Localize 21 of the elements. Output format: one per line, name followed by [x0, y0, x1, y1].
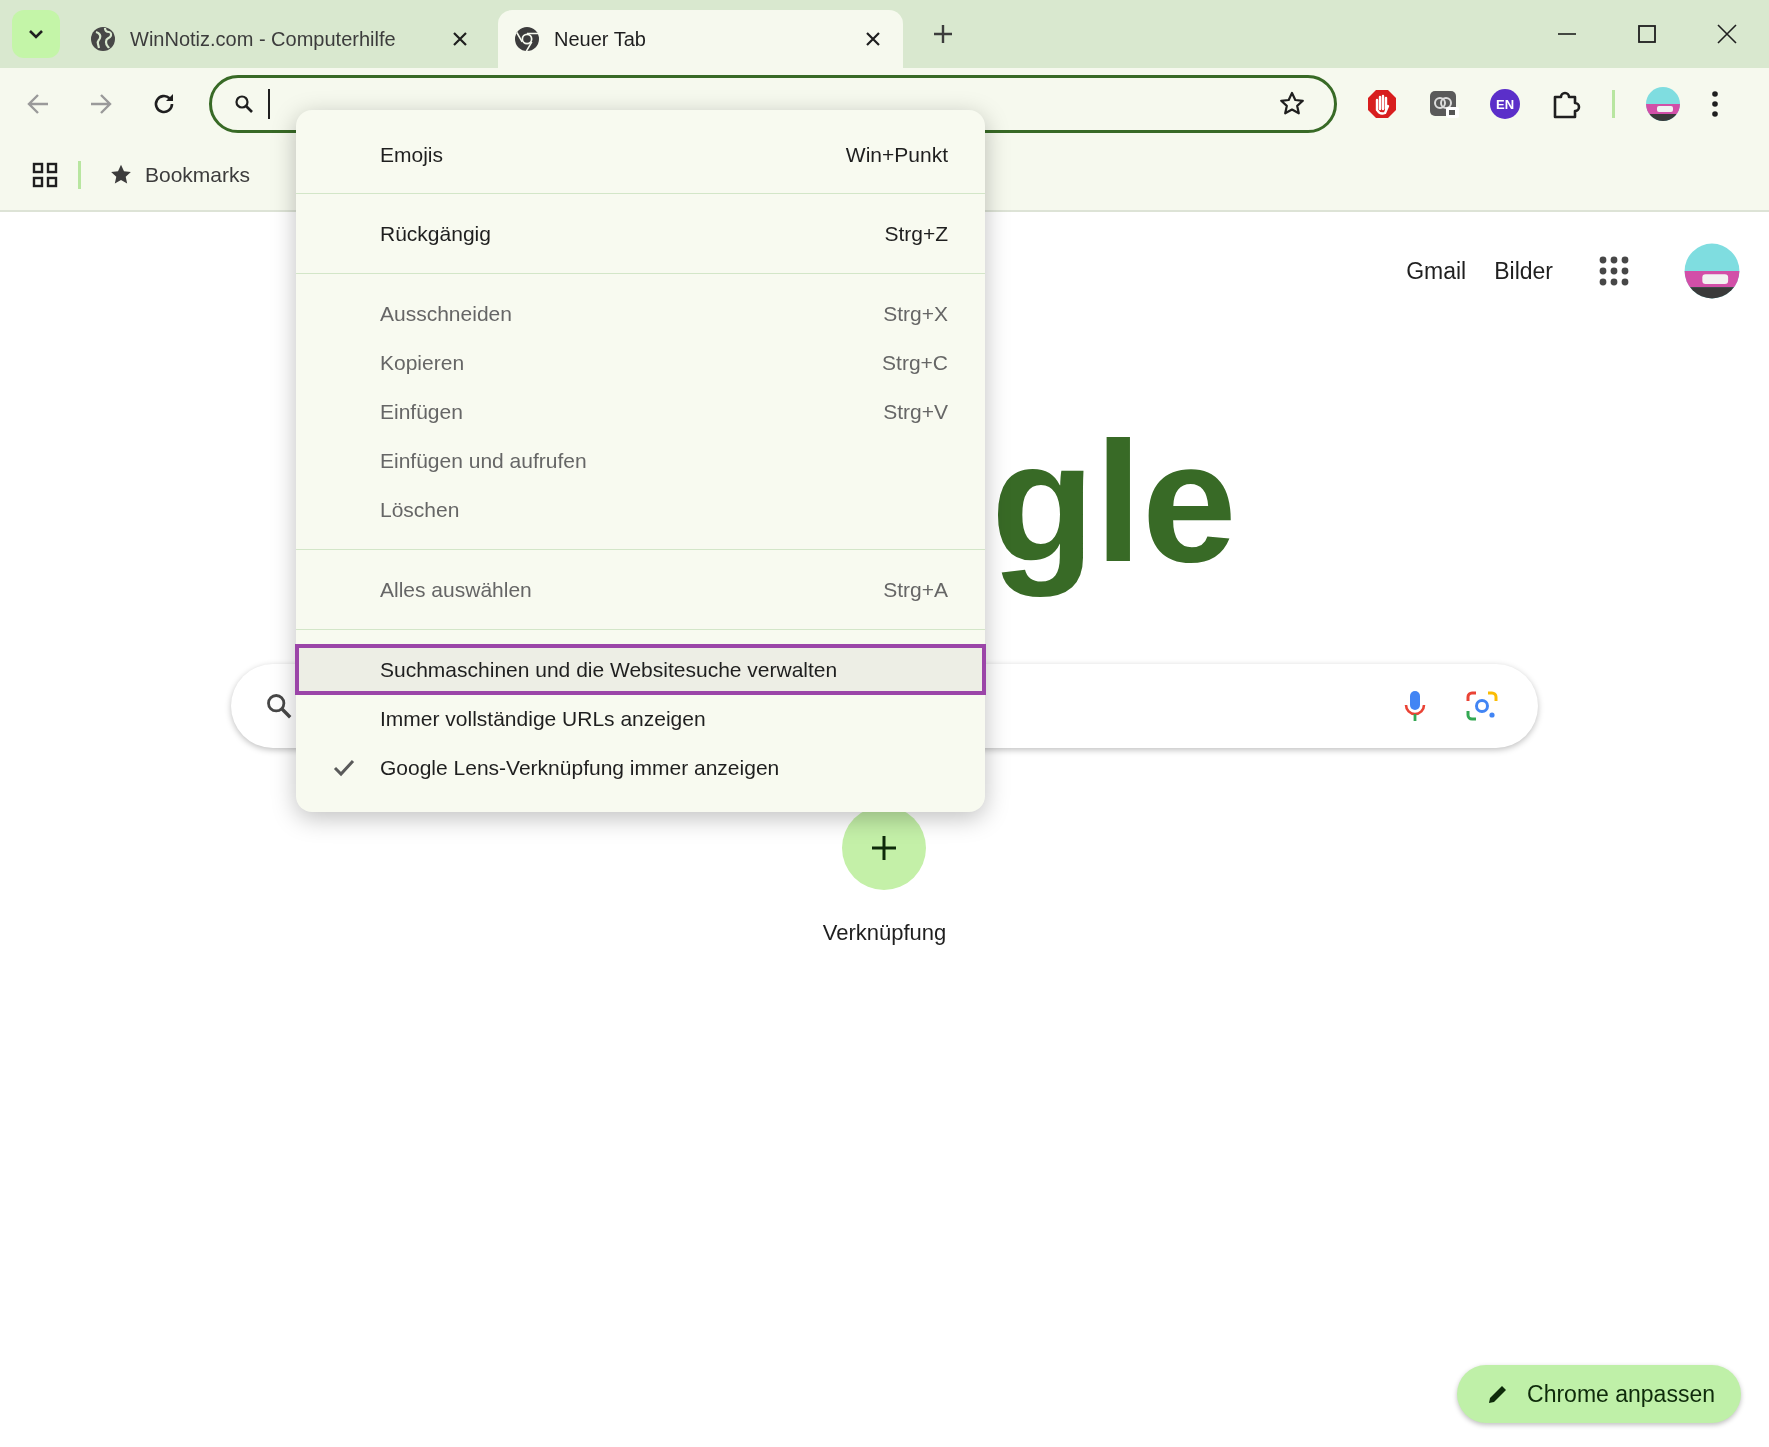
shortcut-text: Strg+Z	[884, 221, 948, 246]
shortcut-text: Strg+V	[883, 399, 948, 424]
menu-item-label: Immer vollständige URLs anzeigen	[380, 706, 707, 731]
shortcut-text: Win+Punkt	[845, 142, 948, 167]
menu-item-label: Einfügen	[380, 399, 464, 424]
shortcut-text: Strg+X	[883, 301, 948, 326]
shortcut-text: Strg+A	[883, 577, 948, 602]
tab-title: WinNotiz.com - Computerhilfe	[130, 27, 397, 51]
menu-item-label: Ausschneiden	[380, 301, 513, 326]
menu-item-label: Google Lens-Verknüpfung immer anzeigen	[380, 755, 781, 780]
menu-item-label: Einfügen und aufrufen	[380, 448, 588, 473]
menu-item-label: Suchmaschinen und die Websitesuche verwalten	[380, 657, 839, 682]
menu-item-label: Alles auswählen	[380, 577, 533, 602]
menu-item-label: Rückgängig	[380, 221, 492, 246]
menu-item-label: Kopieren	[380, 350, 466, 375]
shortcut-label: Verknüpfung	[822, 920, 947, 946]
menu-item-label: Emojis	[380, 142, 444, 167]
shortcut-text: Strg+C	[882, 350, 948, 375]
tab-title: Neuer Tab	[554, 27, 647, 51]
logo-text: gle	[991, 406, 1237, 599]
menu-item-label: Löschen	[380, 497, 461, 522]
